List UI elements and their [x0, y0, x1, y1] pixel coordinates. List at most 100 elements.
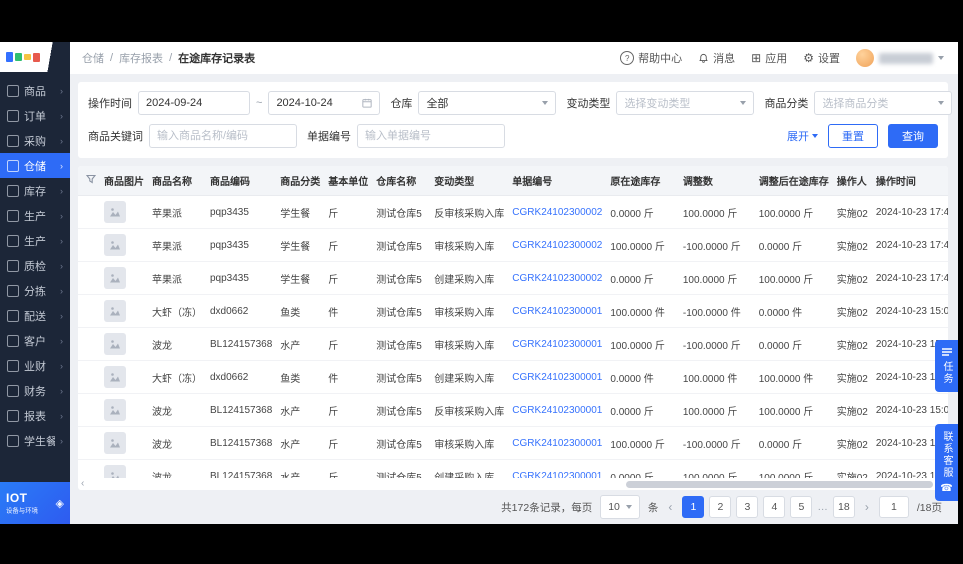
cell-category: 水产 [276, 393, 325, 427]
sidebar-item-goods[interactable]: 商品 › [0, 78, 70, 103]
cell-adjust: -100.0000 斤 [678, 228, 755, 262]
cell-adjust: 100.0000 斤 [678, 393, 755, 427]
chevron-right-icon: › [60, 410, 63, 421]
keyword-input[interactable] [149, 124, 297, 148]
cell-doc_no: CGRK24102300001 [508, 426, 607, 460]
column-header: 商品名称 [148, 166, 206, 196]
records-table-card: 商品图片 商品名称 商品编码 商品分类 基本单位 仓库名称 变动类型 单据编号 原在途库存 调整数… [78, 166, 948, 490]
sidebar-item-label: 生产 [24, 235, 46, 248]
sidebar-item-finance[interactable]: 财务 › [0, 378, 70, 403]
sidebar-item-production[interactable]: 生产 › [0, 203, 70, 228]
chevron-down-icon [625, 505, 632, 509]
sidebar-item-biz-finance[interactable]: 业财 › [0, 353, 70, 378]
cell-change_type: 创建采购入库 [430, 459, 509, 478]
doc-no-link[interactable]: CGRK24102300001 [512, 405, 602, 416]
cell-after: 0.0000 斤 [754, 327, 833, 361]
help-center-button[interactable]: ? 帮助中心 [620, 50, 682, 66]
page-jump-input[interactable]: 1 [878, 496, 909, 518]
horizontal-scrollbar[interactable]: ‹ › [78, 478, 948, 490]
doc-no-link[interactable]: CGRK24102300002 [512, 207, 602, 218]
doc-no-input[interactable] [357, 124, 505, 148]
scrollbar-thumb[interactable] [626, 480, 933, 488]
product-image-placeholder [104, 201, 126, 223]
sidebar-item-delivery[interactable]: 配送 › [0, 303, 70, 328]
warehouse-select[interactable]: 全部 [418, 91, 557, 115]
sidebar-item-sorting[interactable]: 分拣 › [0, 278, 70, 303]
column-settings-header[interactable] [78, 166, 100, 196]
page-button[interactable]: 5 [790, 496, 813, 518]
expand-toggle[interactable]: 展开 [787, 128, 818, 144]
cell-after: 100.0000 件 [754, 360, 833, 394]
doc-no-link[interactable]: CGRK24102300001 [512, 438, 602, 449]
cell-unit: 斤 [324, 195, 373, 229]
doc-no-link[interactable]: CGRK24102300002 [512, 273, 602, 284]
doc-no-link[interactable]: CGRK24102300001 [512, 471, 602, 479]
cell-warehouse: 测试仓库5 [372, 459, 431, 478]
cell-name: 波龙 [148, 459, 206, 478]
page-size-select[interactable]: 10 [600, 495, 640, 519]
cell-name: 波龙 [148, 426, 206, 460]
table-row: 苹果派 pqp3435 学生餐斤测试仓库5 创建采购入库 CGRK24102300002… [78, 261, 948, 295]
start-date-input[interactable]: 2024-09-24 [138, 91, 250, 115]
keyword-label: 商品关键词 [88, 131, 143, 143]
doc-no-link[interactable]: CGRK24102300001 [512, 372, 602, 383]
sidebar-item-student-meals[interactable]: 学生餐 › [0, 428, 70, 453]
column-header: 仓库名称 [372, 166, 431, 196]
prev-page-button[interactable]: ‹ [666, 500, 674, 514]
end-date-input[interactable]: 2024-10-24 [268, 91, 381, 115]
change-type-select[interactable]: 选择变动类型 [616, 91, 755, 115]
chevron-right-icon: › [60, 285, 63, 296]
sidebar-item-customers[interactable]: 客户 › [0, 328, 70, 353]
sidebar-item-iot[interactable]: IOT 设备与环境 ◈ [0, 482, 70, 524]
biz-finance-icon [7, 359, 19, 372]
page-button[interactable]: 3 [736, 496, 759, 518]
category-select[interactable]: 选择商品分类 [814, 91, 953, 115]
apps-button[interactable]: ⊞ 应用 [751, 50, 787, 66]
page-button[interactable]: 1 [682, 496, 705, 518]
scroll-left-icon[interactable]: ‹ [81, 479, 84, 489]
breadcrumb-level-1[interactable]: 仓储 [82, 50, 104, 66]
delivery-icon [7, 309, 19, 322]
sidebar-item-reports[interactable]: 报表 › [0, 403, 70, 428]
iot-device-icon: ◈ [55, 497, 64, 510]
sidebar-item-label: 质检 [24, 260, 46, 273]
settings-button[interactable]: ⚙ 设置 [803, 50, 840, 66]
cell-change_type: 创建采购入库 [430, 360, 509, 394]
sidebar-item-production-2[interactable]: 生产 › [0, 228, 70, 253]
cell-operator: 实施02 [832, 228, 872, 262]
cell-before: 100.0000 斤 [606, 426, 679, 460]
page-button[interactable]: 18 [832, 496, 855, 518]
breadcrumb-level-2[interactable]: 库存报表 [119, 50, 163, 66]
next-page-button[interactable]: › [863, 500, 871, 514]
cell-warehouse: 测试仓库5 [372, 393, 431, 427]
search-button[interactable]: 查询 [888, 124, 938, 148]
chevron-right-icon: › [60, 185, 63, 196]
sidebar-item-label: 订单 [24, 110, 46, 123]
cell-adjust: 100.0000 斤 [678, 261, 755, 295]
cell-before: 100.0000 斤 [606, 228, 679, 262]
topbar-actions: ? 帮助中心 消息 ⊞ 应用 ⚙ 设置 [620, 49, 944, 67]
page-button[interactable]: 2 [709, 496, 732, 518]
page-size-value: 10 [608, 501, 620, 513]
sidebar-item-orders[interactable]: 订单 › [0, 103, 70, 128]
row-leading-cell [78, 228, 100, 262]
sidebar-item-warehouse[interactable]: 仓储 › [0, 153, 70, 178]
doc-no-link[interactable]: CGRK24102300001 [512, 306, 602, 317]
cell-after: 100.0000 斤 [754, 261, 833, 295]
user-menu[interactable] [856, 49, 944, 67]
scrollbar-track[interactable] [87, 480, 938, 488]
messages-button[interactable]: 消息 [698, 50, 735, 66]
table-header-row: 商品图片 商品名称 商品编码 商品分类 基本单位 仓库名称 变动类型 单据编号 原在途库存 调整数… [78, 166, 948, 196]
page-button[interactable]: 4 [763, 496, 786, 518]
doc-no-link[interactable]: CGRK24102300002 [512, 240, 602, 251]
contact-support-floating-button[interactable]: 联系客服 ☎ [935, 424, 958, 501]
tasks-floating-button[interactable]: 任务 [935, 340, 958, 392]
sidebar-item-inventory[interactable]: 库存 › [0, 178, 70, 203]
sidebar-item-purchase[interactable]: 采购 › [0, 128, 70, 153]
doc-no-link[interactable]: CGRK24102300001 [512, 339, 602, 350]
reset-button[interactable]: 重置 [828, 124, 878, 148]
chevron-down-icon [542, 101, 549, 105]
sidebar-item-qc[interactable]: 质检 › [0, 253, 70, 278]
row-leading-cell [78, 393, 100, 427]
breadcrumb-separator: / [169, 52, 173, 64]
